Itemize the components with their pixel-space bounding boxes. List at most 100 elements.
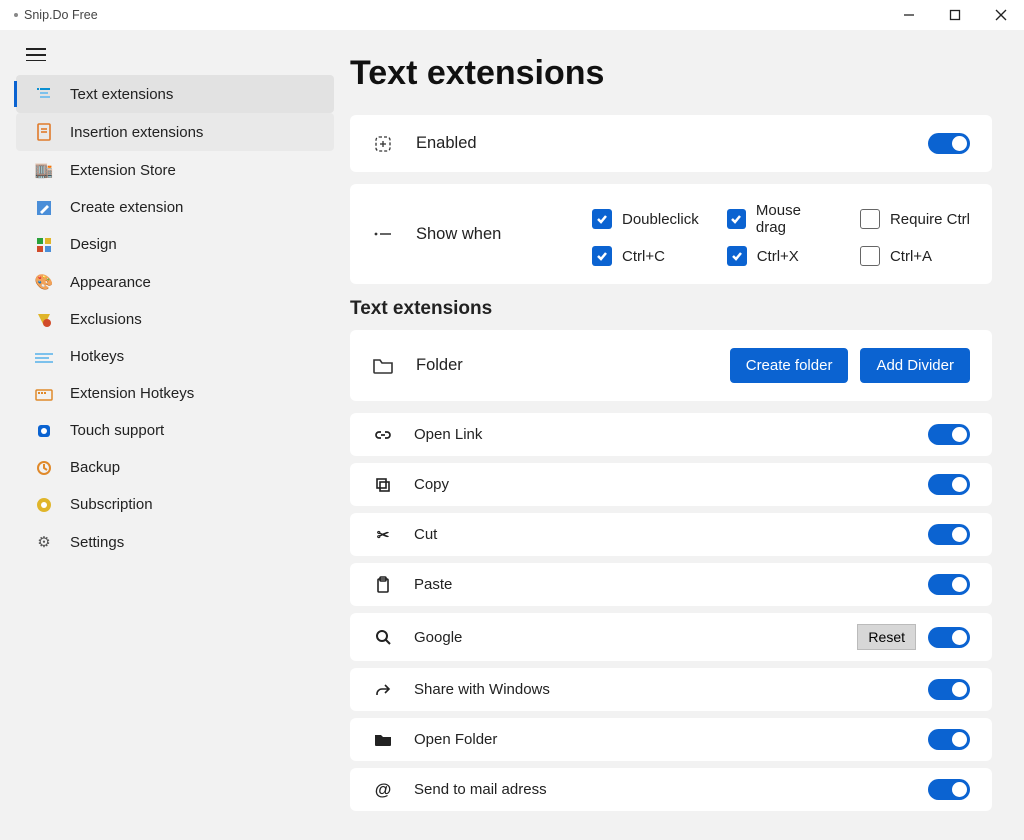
extension-label: Open Folder <box>414 731 497 748</box>
showwhen-option: Require Ctrl <box>860 202 970 236</box>
extension-toggle[interactable] <box>928 524 970 545</box>
showwhen-label: Show when <box>416 225 501 244</box>
extension-row[interactable]: Google Reset <box>350 613 992 661</box>
title-bar: Snip.Do Free <box>0 0 1024 30</box>
window-controls <box>886 0 1024 30</box>
appearance-icon: 🎨 <box>34 273 54 291</box>
sidebar-item-label: Appearance <box>70 274 151 291</box>
sidebar: Text extensionsInsertion extensions🏬Exte… <box>0 30 350 840</box>
enabled-label: Enabled <box>416 134 477 153</box>
reset-button[interactable]: Reset <box>857 624 916 650</box>
text-icon <box>34 85 54 103</box>
enabled-toggle[interactable] <box>928 133 970 154</box>
close-button[interactable] <box>978 0 1024 30</box>
showwhen-option: Ctrl+A <box>860 246 970 266</box>
extension-toggle[interactable] <box>928 779 970 800</box>
exclusions-icon <box>34 312 54 328</box>
sidebar-item-text[interactable]: Text extensions <box>16 75 334 113</box>
extension-row[interactable]: Open Folder <box>350 718 992 761</box>
sidebar-item-exthotkeys[interactable]: Extension Hotkeys <box>16 375 334 412</box>
checkbox-label: Ctrl+A <box>890 248 932 265</box>
checkbox[interactable] <box>727 246 747 266</box>
copy-icon <box>372 477 394 493</box>
backup-icon <box>34 460 54 476</box>
main-content: Text extensions Enabled Show when Double… <box>350 30 1024 840</box>
enabled-card: Enabled <box>350 115 992 172</box>
checkbox[interactable] <box>592 209 612 229</box>
sidebar-item-touch[interactable]: Touch support <box>16 412 334 449</box>
extension-toggle[interactable] <box>928 627 970 648</box>
extension-toggle[interactable] <box>928 574 970 595</box>
sidebar-item-label: Settings <box>70 534 124 551</box>
sidebar-item-hotkeys[interactable]: Hotkeys <box>16 338 334 375</box>
sidebar-item-label: Extension Hotkeys <box>70 385 194 402</box>
extension-label: Send to mail adress <box>414 781 547 798</box>
settings-icon: ⚙ <box>34 533 54 551</box>
extension-toggle[interactable] <box>928 424 970 445</box>
sidebar-item-settings[interactable]: ⚙ Settings <box>16 523 334 561</box>
subscription-icon <box>34 497 54 513</box>
sidebar-item-label: Design <box>70 236 117 253</box>
insert-icon <box>34 123 54 141</box>
extension-row[interactable]: @ Send to mail adress <box>350 768 992 811</box>
store-icon: 🏬 <box>34 161 54 179</box>
show-when-card: Show when Doubleclick Mouse drag Require C… <box>350 184 992 284</box>
checkbox[interactable] <box>860 209 880 229</box>
menu-icon[interactable] <box>26 48 46 61</box>
extension-toggle[interactable] <box>928 474 970 495</box>
extension-label: Open Link <box>414 426 482 443</box>
minimize-button[interactable] <box>886 0 932 30</box>
sidebar-item-exclusions[interactable]: Exclusions <box>16 301 334 338</box>
sidebar-item-label: Hotkeys <box>70 348 124 365</box>
extension-label: Cut <box>414 526 437 543</box>
folder-icon <box>372 733 394 747</box>
hotkeys-icon <box>34 351 54 363</box>
link-icon <box>372 429 394 441</box>
folder-label: Folder <box>416 356 463 375</box>
sidebar-item-label: Exclusions <box>70 311 142 328</box>
extension-label: Paste <box>414 576 452 593</box>
design-icon <box>34 237 54 253</box>
sidebar-item-appearance[interactable]: 🎨 Appearance <box>16 263 334 301</box>
exthotkeys-icon <box>34 387 54 401</box>
checkbox-label: Doubleclick <box>622 211 699 228</box>
showwhen-option: Ctrl+C <box>592 246 699 266</box>
showwhen-icon <box>372 230 394 238</box>
extension-toggle[interactable] <box>928 729 970 750</box>
create-icon <box>34 200 54 216</box>
sidebar-item-insert[interactable]: Insertion extensions <box>16 113 334 151</box>
checkbox-label: Require Ctrl <box>890 211 970 228</box>
extension-row[interactable]: Copy <box>350 463 992 506</box>
extension-label: Share with Windows <box>414 681 550 698</box>
mail-icon: @ <box>372 780 394 800</box>
touch-icon <box>34 423 54 439</box>
page-title: Text extensions <box>350 54 992 93</box>
maximize-button[interactable] <box>932 0 978 30</box>
showwhen-option: Mouse drag <box>727 202 832 236</box>
sidebar-item-backup[interactable]: Backup <box>16 449 334 486</box>
sidebar-item-label: Insertion extensions <box>70 124 203 141</box>
checkbox[interactable] <box>860 246 880 266</box>
sidebar-item-subscription[interactable]: Subscription <box>16 486 334 523</box>
app-icon <box>14 13 18 17</box>
add-divider-button[interactable]: Add Divider <box>860 348 970 383</box>
extension-row[interactable]: Open Link <box>350 413 992 456</box>
sidebar-item-label: Create extension <box>70 199 183 216</box>
sidebar-item-store[interactable]: 🏬Extension Store <box>16 151 334 189</box>
sidebar-item-label: Text extensions <box>70 86 173 103</box>
sidebar-item-label: Backup <box>70 459 120 476</box>
sidebar-item-create[interactable]: Create extension <box>16 189 334 226</box>
sidebar-item-label: Subscription <box>70 496 153 513</box>
extension-label: Google <box>414 629 462 646</box>
section-heading: Text extensions <box>350 298 992 320</box>
checkbox[interactable] <box>592 246 612 266</box>
extension-row[interactable]: Paste <box>350 563 992 606</box>
extension-row[interactable]: ✂Cut <box>350 513 992 556</box>
extension-toggle[interactable] <box>928 679 970 700</box>
create-folder-button[interactable]: Create folder <box>730 348 849 383</box>
showwhen-option: Doubleclick <box>592 202 699 236</box>
sidebar-item-design[interactable]: Design <box>16 226 334 263</box>
checkbox[interactable] <box>727 209 746 229</box>
checkbox-label: Mouse drag <box>756 202 832 236</box>
extension-row[interactable]: Share with Windows <box>350 668 992 711</box>
